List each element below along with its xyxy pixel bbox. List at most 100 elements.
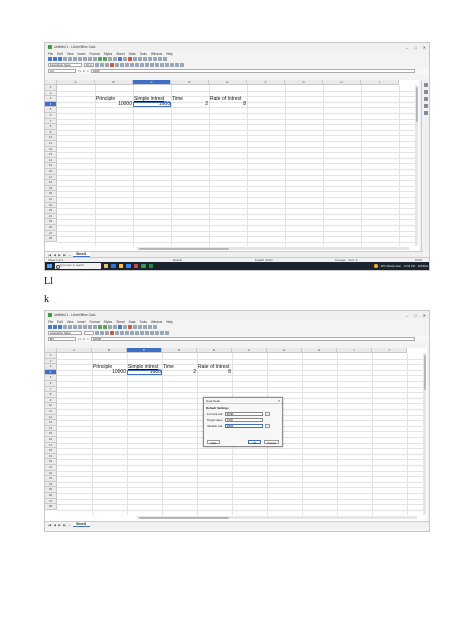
cell-d4[interactable]: 2: [172, 101, 208, 107]
tray-time[interactable]: 11:51 PM: [404, 265, 415, 268]
cell-b4[interactable]: 10000: [93, 369, 126, 375]
vertical-scrollbar[interactable]: [423, 353, 426, 515]
horizontal-scrollbar[interactable]: [137, 516, 417, 519]
functions-icon[interactable]: [423, 111, 428, 115]
borders-icon[interactable]: [160, 331, 164, 335]
insert-row-icon[interactable]: [98, 325, 102, 329]
open-icon[interactable]: [53, 325, 57, 329]
highlight-icon[interactable]: [115, 63, 119, 67]
font-color-icon[interactable]: [110, 63, 114, 67]
align-center-icon[interactable]: [125, 63, 129, 67]
freeze-rows-icon[interactable]: [153, 57, 157, 61]
prev-sheet-button[interactable]: ◀: [54, 253, 56, 257]
menu-window[interactable]: Window: [151, 320, 162, 324]
menu-data[interactable]: Data: [129, 320, 136, 324]
horizontal-scroll-thumb[interactable]: [139, 516, 229, 519]
dialog-close-icon[interactable]: ×: [278, 398, 280, 404]
styles-icon[interactable]: [423, 90, 428, 94]
split-window-icon[interactable]: [158, 57, 162, 61]
undo-icon[interactable]: [88, 57, 92, 61]
variable-cell-input[interactable]: $B$4: [225, 424, 263, 428]
task-view-icon[interactable]: [103, 263, 108, 269]
column-header-h[interactable]: H: [302, 348, 337, 353]
percent-icon[interactable]: [150, 63, 154, 67]
libreoffice-taskbar-icon[interactable]: [141, 263, 146, 269]
paste-icon[interactable]: [83, 57, 87, 61]
undo-icon[interactable]: [88, 325, 92, 329]
column-header-f[interactable]: F: [232, 348, 267, 353]
menu-view[interactable]: View: [67, 320, 74, 324]
properties-icon[interactable]: [423, 83, 428, 87]
prev-sheet-button[interactable]: ◀: [54, 523, 56, 527]
row-header-28[interactable]: 28: [45, 236, 57, 242]
bold-icon[interactable]: [95, 63, 99, 67]
background-color-icon[interactable]: [165, 331, 169, 335]
name-box[interactable]: C4: [48, 69, 76, 73]
column-header-a[interactable]: A: [57, 80, 95, 85]
cut-icon[interactable]: [73, 325, 77, 329]
first-sheet-button[interactable]: |◀: [48, 253, 51, 257]
weather-text[interactable]: 29°C Mostly clear: [381, 265, 401, 268]
column-header-c[interactable]: C: [133, 80, 171, 85]
function-wizard-icon[interactable]: ƒx: [78, 337, 81, 341]
add-sheet-icon[interactable]: +: [69, 523, 71, 527]
file-explorer-icon[interactable]: [118, 263, 123, 269]
font-color-icon[interactable]: [110, 331, 114, 335]
redo-icon[interactable]: [93, 57, 97, 61]
save-icon[interactable]: [58, 325, 62, 329]
column-header-g[interactable]: G: [285, 80, 323, 85]
minimize-button[interactable]: –: [406, 313, 408, 318]
column-header-a[interactable]: A: [57, 348, 92, 353]
menu-styles[interactable]: Styles: [104, 320, 113, 324]
font-name-box[interactable]: Liberation Sans: [48, 331, 82, 335]
last-sheet-button[interactable]: ▶|: [63, 523, 66, 527]
column-header-e[interactable]: E: [209, 80, 247, 85]
column-header-f[interactable]: F: [247, 80, 285, 85]
first-sheet-button[interactable]: |◀: [48, 523, 51, 527]
cell-d4[interactable]: 2: [163, 369, 196, 375]
next-sheet-button[interactable]: ▶: [58, 523, 60, 527]
new-icon[interactable]: [48, 325, 52, 329]
align-right-icon[interactable]: [130, 63, 134, 67]
menu-file[interactable]: File: [48, 320, 53, 324]
define-print-area-icon[interactable]: [148, 325, 152, 329]
ok-button[interactable]: OK: [248, 439, 261, 444]
formula-icon[interactable]: =: [87, 69, 89, 73]
hyperlink-icon[interactable]: [133, 57, 137, 61]
app-icon-red[interactable]: [133, 263, 138, 269]
menu-tools[interactable]: Tools: [139, 320, 146, 324]
formula-icon[interactable]: =: [87, 337, 89, 341]
sort-icon[interactable]: [108, 57, 112, 61]
conditional-format-icon[interactable]: [180, 63, 184, 67]
italic-icon[interactable]: [100, 63, 104, 67]
formula-input[interactable]: 10000: [90, 337, 415, 341]
insert-chart-icon[interactable]: [118, 325, 122, 329]
insert-image-icon[interactable]: [123, 57, 127, 61]
comment-icon[interactable]: [138, 57, 142, 61]
taskbar-search-box[interactable]: Type here to search: [54, 263, 101, 269]
insert-chart-icon[interactable]: [118, 57, 122, 61]
menu-sheet[interactable]: Sheet: [116, 320, 124, 324]
cancel-button[interactable]: Cancel: [264, 439, 279, 444]
sort-icon[interactable]: [108, 325, 112, 329]
vertical-scroll-thumb[interactable]: [415, 87, 418, 122]
menu-insert[interactable]: Insert: [78, 320, 86, 324]
windows-start-icon[interactable]: [47, 263, 52, 269]
insert-row-icon[interactable]: [98, 57, 102, 61]
export-pdf-icon[interactable]: [63, 57, 67, 61]
align-left-icon[interactable]: [120, 63, 124, 67]
menu-sheet[interactable]: Sheet: [116, 52, 124, 56]
menu-format[interactable]: Format: [89, 320, 99, 324]
underline-icon[interactable]: [105, 331, 109, 335]
navigator-icon[interactable]: [423, 104, 428, 108]
row-header-28[interactable]: 28: [45, 504, 57, 510]
align-left-icon[interactable]: [120, 331, 124, 335]
insert-column-icon[interactable]: [103, 325, 107, 329]
insert-image-icon[interactable]: [123, 325, 127, 329]
export-pdf-icon[interactable]: [63, 325, 67, 329]
borders-icon[interactable]: [170, 63, 174, 67]
cell-e4[interactable]: 8: [198, 369, 231, 375]
paste-icon[interactable]: [83, 325, 87, 329]
sum-icon[interactable]: Σ: [83, 69, 85, 73]
spreadsheet-grid[interactable]: A B C D E F G H I 1 2 3 4 5 6 7 8 9 10 11 12 13 14 15 16 17 18 19 20…: [45, 80, 419, 252]
